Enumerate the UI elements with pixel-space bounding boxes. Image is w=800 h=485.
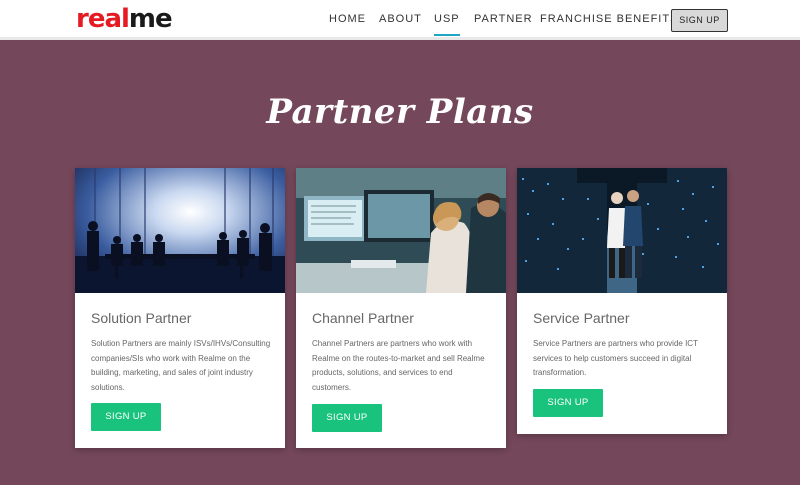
card-title: Channel Partner (312, 310, 414, 326)
realme-logo[interactable]: realme (76, 3, 173, 35)
card-title: Service Partner (533, 310, 630, 326)
solution-partner-card: Solution Partner Solution Partners are m… (75, 168, 285, 448)
meeting-silhouettes-image (75, 168, 285, 293)
nav-usp[interactable]: USP (434, 12, 460, 36)
channel-partner-signup-button[interactable]: SIGN UP (312, 404, 382, 432)
server-room-image (517, 168, 727, 293)
office-monitors-image (296, 168, 506, 293)
page-title: Partner Plans (266, 92, 534, 132)
solution-partner-signup-button[interactable]: SIGN UP (91, 403, 161, 431)
logo-text-real: real (76, 4, 130, 34)
card-title: Solution Partner (91, 310, 192, 326)
logo-text-me: me (128, 4, 173, 34)
nav-about[interactable]: ABOUT (379, 12, 422, 26)
card-description: Service Partners are partners who provid… (533, 339, 698, 377)
card-description: Solution Partners are mainly ISVs/IHVs/C… (91, 339, 271, 392)
service-partner-signup-button[interactable]: SIGN UP (533, 389, 603, 417)
service-partner-card: Service Partner Service Partners are par… (517, 168, 727, 434)
nav-partner[interactable]: PARTNER (474, 12, 533, 26)
card-description: Channel Partners are partners who work w… (312, 339, 485, 392)
nav-franchise-benefits[interactable]: FRANCHISE BENEFITS (540, 12, 678, 26)
channel-partner-card: Channel Partner Channel Partners are par… (296, 168, 506, 448)
header-signup-button[interactable]: SIGN UP (671, 9, 728, 32)
site-header: realme HOME ABOUT USP PARTNER FRANCHISE … (0, 0, 800, 40)
nav-home[interactable]: HOME (329, 12, 366, 26)
